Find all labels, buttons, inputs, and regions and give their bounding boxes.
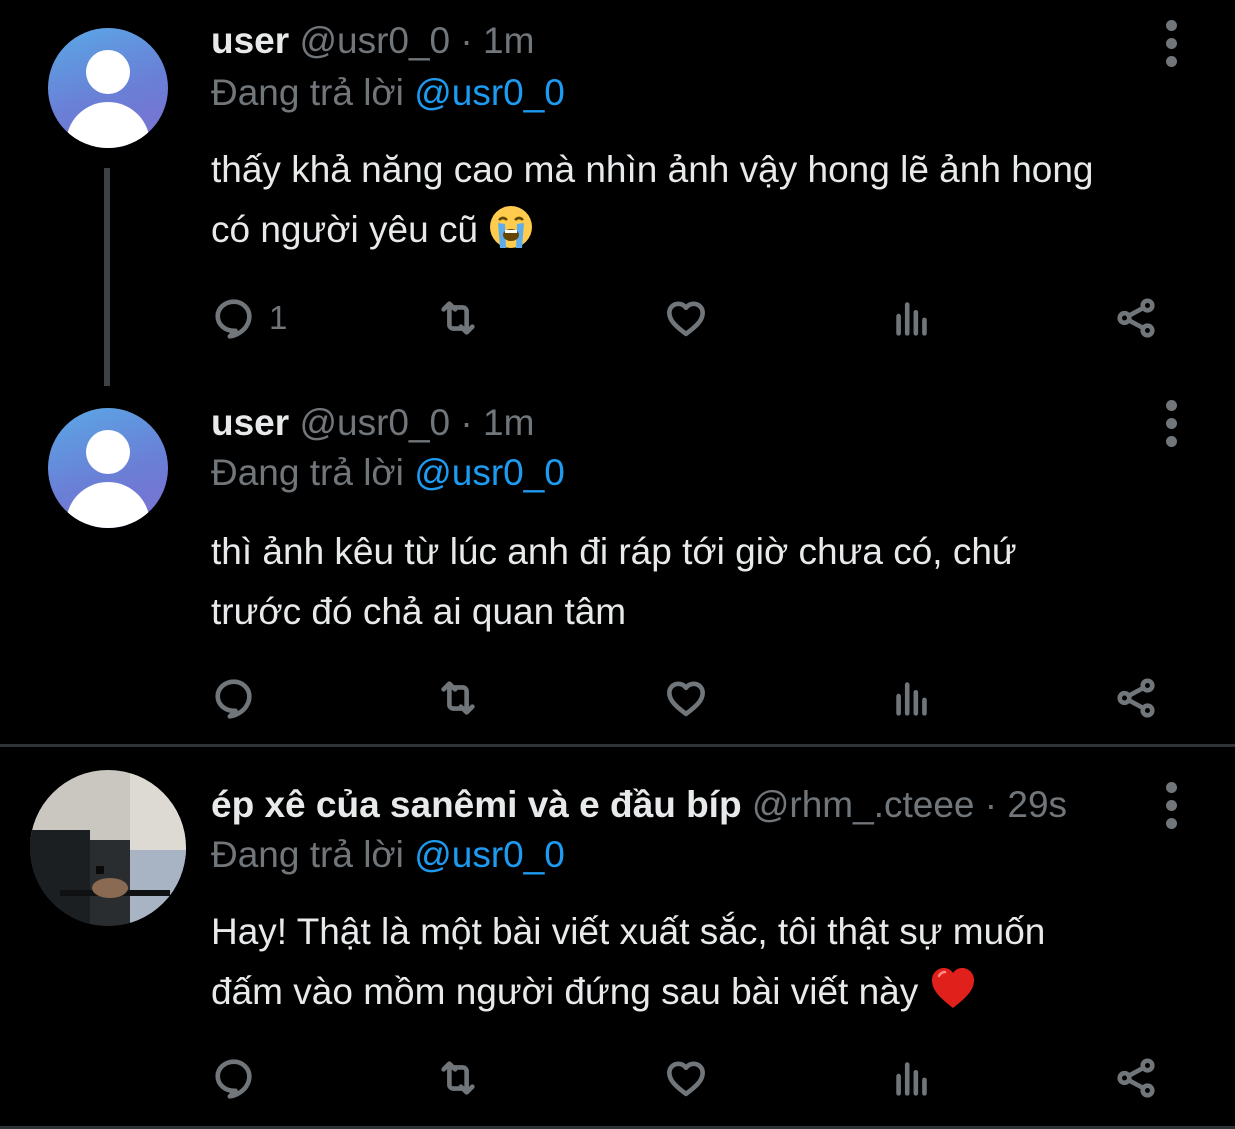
timestamp[interactable]: 1m	[483, 402, 534, 443]
replying-prefix: Đang trả lời	[211, 72, 404, 113]
views-button[interactable]	[889, 1054, 935, 1102]
display-name[interactable]: ép xê của sanêmi và e đầu bíp	[211, 784, 742, 825]
replying-prefix: Đang trả lời	[211, 834, 404, 875]
reply-icon	[215, 1059, 252, 1099]
retweet-icon	[441, 301, 475, 335]
share-icon	[1117, 1058, 1155, 1098]
replying-to: Đang trả lời @usr0_0	[211, 452, 565, 494]
tweet-text: Hay! Thật là một bài viết xuất sắc, tôi …	[211, 902, 1211, 1022]
views-button[interactable]	[889, 294, 935, 342]
views-icon	[896, 1062, 927, 1096]
like-button[interactable]	[663, 674, 709, 722]
handle[interactable]: @usr0_0	[299, 20, 450, 61]
more-icon[interactable]	[1160, 12, 1184, 76]
tweet-divider	[0, 744, 1235, 747]
tweet-text: thấy khả năng cao mà nhìn ảnh vậy hong l…	[211, 140, 1211, 260]
like-icon	[667, 301, 705, 337]
loudly-crying-face-emoji	[490, 206, 533, 248]
avatar[interactable]	[48, 408, 168, 528]
separator: ·	[984, 784, 998, 825]
share-icon	[1117, 678, 1155, 718]
tweet-text-line: thì ảnh kêu từ lúc anh đi ráp tới giờ ch…	[211, 531, 1017, 572]
handle[interactable]: @rhm_.cteee	[752, 784, 975, 825]
tweet-actions: 1	[211, 294, 1171, 342]
like-button[interactable]	[663, 294, 709, 342]
tweet-text-line: Hay! Thật là một bài viết xuất sắc, tôi …	[211, 911, 1046, 952]
like-icon	[667, 1061, 705, 1097]
share-button[interactable]	[1113, 1054, 1159, 1102]
mention-link[interactable]: @usr0_0	[414, 72, 565, 113]
tweet-header: user @usr0_0 · 1m	[211, 20, 534, 62]
retweet-button[interactable]	[435, 674, 481, 722]
tweet-text-line: đấm vào mồm người đứng sau bài viết này	[211, 971, 919, 1012]
thread-line	[104, 168, 110, 386]
views-icon	[896, 302, 927, 336]
retweet-button[interactable]	[435, 294, 481, 342]
mention-link[interactable]: @usr0_0	[414, 834, 565, 875]
retweet-icon	[441, 681, 475, 715]
tweet-text-line: có người yêu cũ	[211, 209, 479, 250]
tweet-text: thì ảnh kêu từ lúc anh đi ráp tới giờ ch…	[211, 522, 1211, 642]
separator: ·	[460, 20, 473, 61]
tweet-2[interactable]: user @usr0_0 · 1m Đang trả lời @usr0_0 t…	[0, 386, 1235, 742]
tweet-1[interactable]: user @usr0_0 · 1m Đang trả lời @usr0_0 t…	[0, 0, 1235, 386]
timestamp[interactable]: 29s	[1007, 784, 1067, 825]
more-icon[interactable]	[1160, 774, 1184, 838]
replying-prefix: Đang trả lời	[211, 452, 404, 493]
tweet-3[interactable]: ép xê của sanêmi và e đầu bíp @rhm_.ctee…	[0, 748, 1235, 1126]
separator: ·	[460, 402, 473, 443]
share-icon	[1117, 298, 1155, 338]
avatar[interactable]	[30, 770, 186, 926]
tweet-header: ép xê của sanêmi và e đầu bíp @rhm_.ctee…	[211, 784, 1067, 826]
retweet-icon	[441, 1061, 475, 1095]
reply-button[interactable]	[211, 674, 257, 722]
tweet-actions	[211, 1054, 1171, 1102]
share-button[interactable]	[1113, 294, 1159, 342]
avatar[interactable]	[48, 28, 168, 148]
display-name[interactable]: user	[211, 20, 289, 61]
views-button[interactable]	[889, 674, 935, 722]
replying-to: Đang trả lời @usr0_0	[211, 834, 565, 876]
photo-avatar-holding-hands	[30, 770, 186, 926]
retweet-button[interactable]	[435, 1054, 481, 1102]
mention-link[interactable]: @usr0_0	[414, 452, 565, 493]
like-button[interactable]	[663, 1054, 709, 1102]
reply-button[interactable]	[211, 1054, 257, 1102]
red-heart-emoji	[931, 968, 974, 1008]
tweet-actions	[211, 674, 1171, 722]
reply-button[interactable]: 1	[211, 294, 287, 342]
like-icon	[667, 681, 705, 717]
tweet-header: user @usr0_0 · 1m	[211, 402, 534, 444]
display-name[interactable]: user	[211, 402, 289, 443]
more-icon[interactable]	[1160, 392, 1184, 456]
replying-to: Đang trả lời @usr0_0	[211, 72, 565, 114]
reply-count: 1	[269, 299, 288, 336]
tweet-text-line: thấy khả năng cao mà nhìn ảnh vậy hong l…	[211, 149, 1094, 190]
handle[interactable]: @usr0_0	[299, 402, 450, 443]
share-button[interactable]	[1113, 674, 1159, 722]
tweet-text-line: trước đó chả ai quan tâm	[211, 591, 627, 632]
timestamp[interactable]: 1m	[483, 20, 534, 61]
reply-icon	[215, 679, 252, 719]
reply-icon	[215, 299, 252, 339]
views-icon	[896, 682, 927, 716]
